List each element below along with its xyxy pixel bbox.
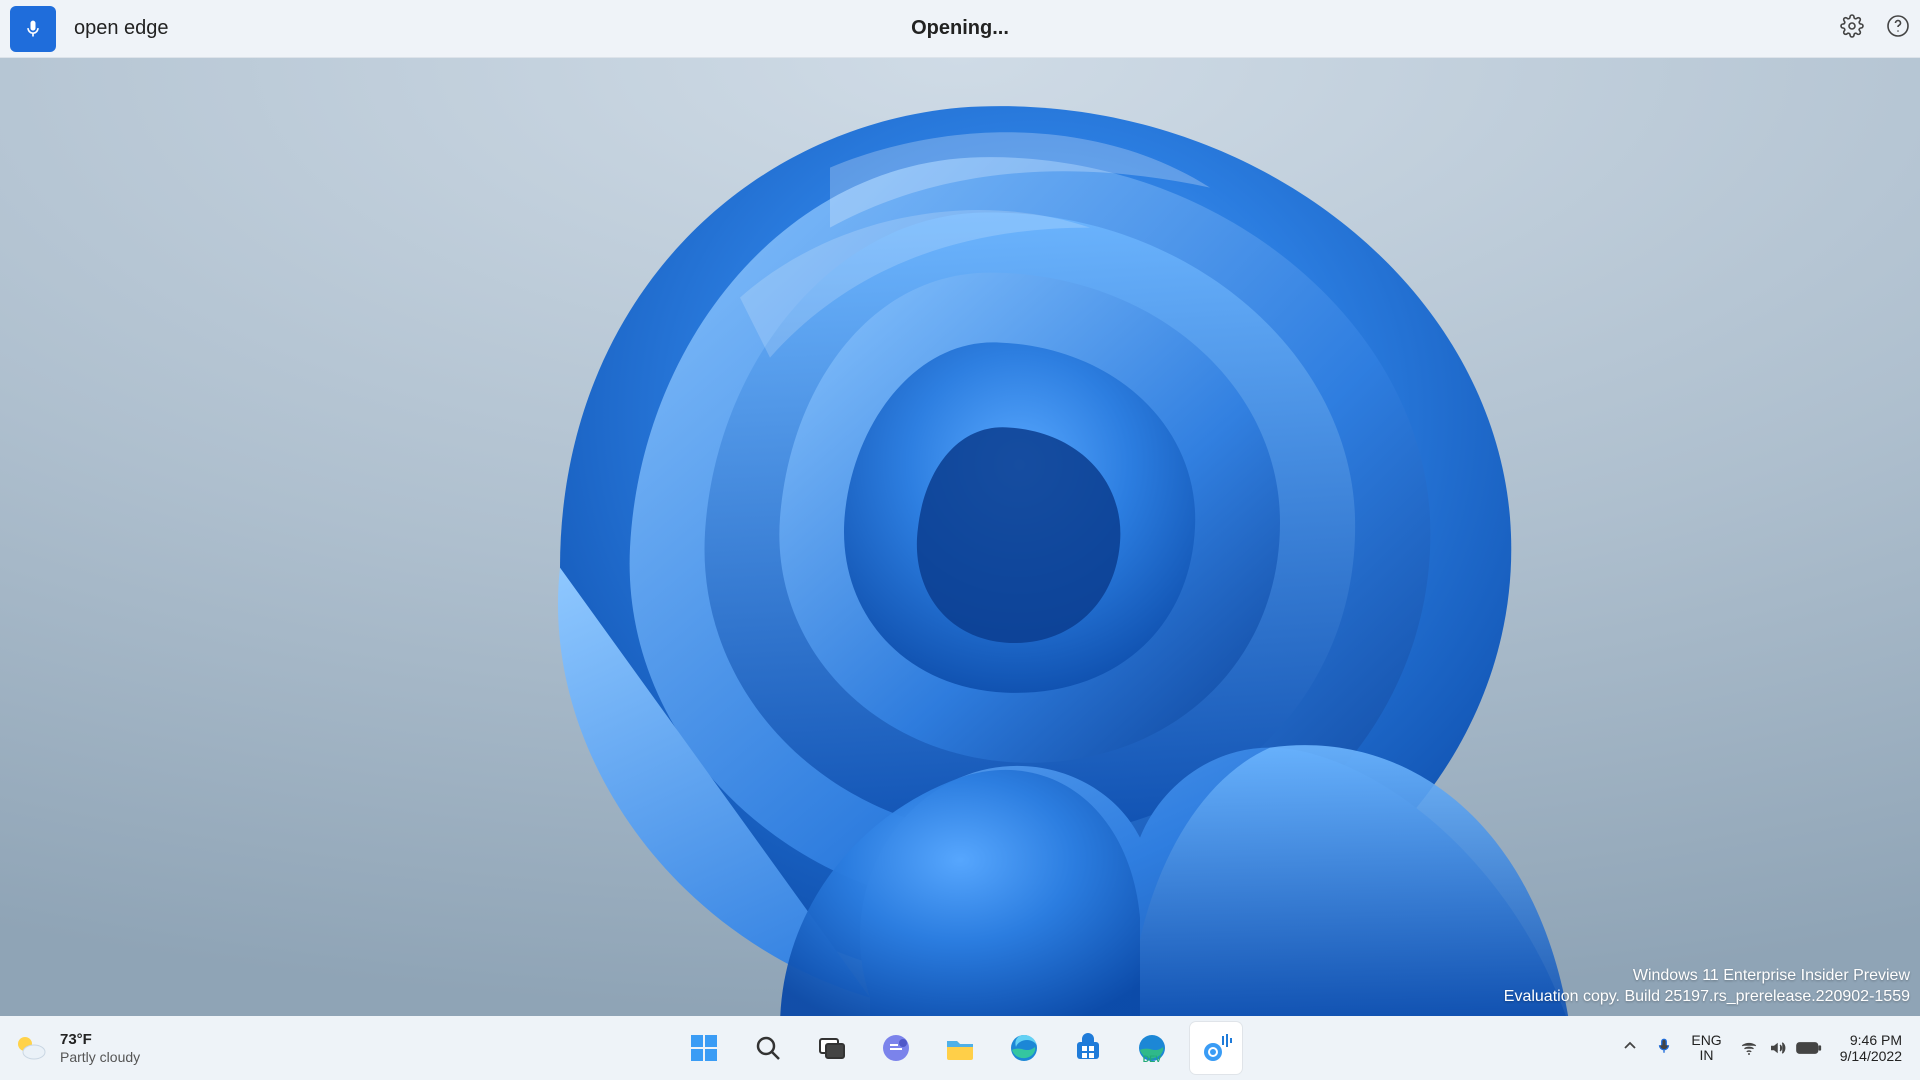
tray-overflow-button[interactable] — [1623, 1039, 1637, 1058]
wifi-icon — [1740, 1039, 1758, 1057]
weather-widget[interactable]: 73°F Partly cloudy — [0, 1030, 300, 1066]
search-button[interactable] — [742, 1022, 794, 1074]
language-region: IN — [1691, 1048, 1721, 1063]
gear-icon — [1840, 14, 1864, 38]
clock-button[interactable]: 9:46 PM 9/14/2022 — [1840, 1032, 1902, 1064]
quick-settings-button[interactable] — [1740, 1039, 1822, 1057]
voice-access-icon — [1200, 1032, 1232, 1064]
watermark-line1: Windows 11 Enterprise Insider Preview — [1504, 965, 1910, 987]
store-icon — [1072, 1032, 1104, 1064]
clock-date: 9/14/2022 — [1840, 1048, 1902, 1064]
language-indicator[interactable]: ENG IN — [1691, 1033, 1721, 1064]
windows-bloom-graphic — [310, 58, 1610, 1016]
edge-button[interactable] — [998, 1022, 1050, 1074]
start-button[interactable] — [678, 1022, 730, 1074]
language-code: ENG — [1691, 1033, 1721, 1048]
edge-dev-button[interactable]: DEV — [1126, 1022, 1178, 1074]
clock-time: 9:46 PM — [1840, 1032, 1902, 1048]
store-button[interactable] — [1062, 1022, 1114, 1074]
taskbar: 73°F Partly cloudy DEV — [0, 1016, 1920, 1080]
task-view-button[interactable] — [806, 1022, 858, 1074]
folder-icon — [944, 1032, 976, 1064]
voice-help-button[interactable] — [1886, 14, 1910, 43]
voice-settings-button[interactable] — [1840, 14, 1864, 43]
search-icon — [752, 1032, 784, 1064]
edge-icon — [1008, 1032, 1040, 1064]
weather-condition: Partly cloudy — [60, 1049, 140, 1065]
system-tray: ENG IN 9:46 PM 9/14/2022 — [1623, 1032, 1920, 1064]
volume-icon — [1768, 1039, 1786, 1057]
voice-status-text: Opening... — [911, 17, 1009, 40]
watermark-line2: Evaluation copy. Build 25197.rs_prerelea… — [1504, 986, 1910, 1008]
help-icon — [1886, 14, 1910, 38]
voice-command-text: open edge — [74, 17, 169, 40]
chevron-up-icon — [1623, 1039, 1637, 1053]
chat-button[interactable] — [870, 1022, 922, 1074]
microphone-icon — [23, 16, 43, 42]
weather-icon — [12, 1030, 48, 1066]
windows-icon — [688, 1032, 720, 1064]
microphone-button[interactable] — [10, 6, 56, 52]
desktop-wallpaper[interactable]: Windows 11 Enterprise Insider Preview Ev… — [0, 58, 1920, 1016]
battery-icon — [1796, 1039, 1822, 1057]
svg-text:DEV: DEV — [1143, 1054, 1162, 1064]
file-explorer-button[interactable] — [934, 1022, 986, 1074]
microphone-small-icon — [1655, 1037, 1673, 1055]
voice-access-taskbar-button[interactable] — [1190, 1022, 1242, 1074]
insider-watermark: Windows 11 Enterprise Insider Preview Ev… — [1504, 965, 1910, 1008]
tray-microphone-button[interactable] — [1655, 1037, 1673, 1060]
voice-access-bar: open edge Opening... — [0, 0, 1920, 58]
task-view-icon — [816, 1032, 848, 1064]
edge-dev-icon: DEV — [1136, 1032, 1168, 1064]
weather-temperature: 73°F — [60, 1031, 140, 1048]
chat-icon — [880, 1032, 912, 1064]
taskbar-center: DEV — [678, 1022, 1242, 1074]
